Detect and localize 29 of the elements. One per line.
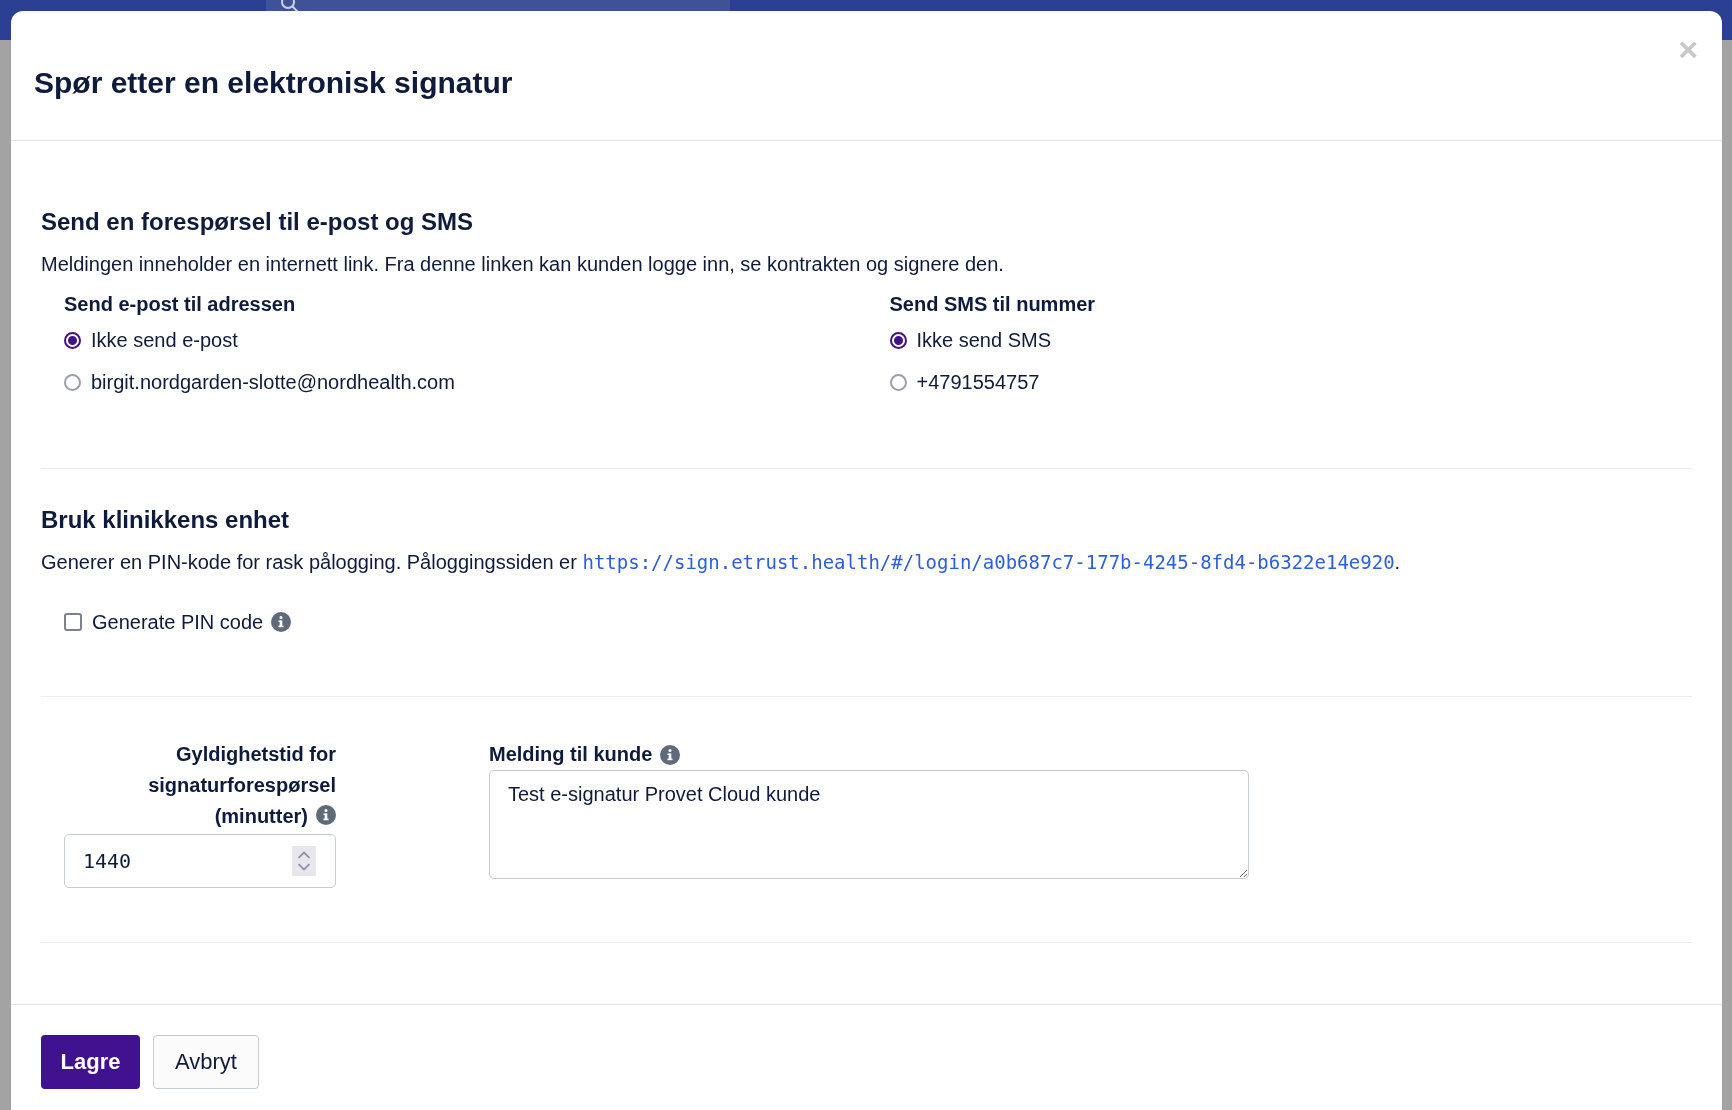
info-icon[interactable] (660, 744, 681, 765)
field-label: Melding til kunde (489, 742, 653, 767)
description-text: Meldingen inneholder en internett link. Fra denne linken kan kunden logge inn, se kontrakten og signere den. (41, 252, 1005, 277)
search-icon (280, 0, 300, 14)
info-icon[interactable] (271, 612, 292, 632)
info-icon[interactable] (316, 805, 336, 825)
cancel-button[interactable]: Avbryt (153, 1035, 259, 1089)
checkbox[interactable] (64, 613, 82, 631)
radio-option[interactable]: Ikke send SMS (889, 327, 1051, 353)
save-button[interactable]: Lagre (41, 1035, 140, 1089)
dialog-title: Spør etter en elektronisk signatur (34, 65, 513, 101)
radio-button[interactable] (889, 331, 907, 349)
message-field[interactable]: Test e-signatur Provet Cloud kunde (489, 770, 1249, 879)
number-field[interactable]: 1440 (64, 834, 336, 888)
section-heading: Bruk klinikkens enhet (41, 505, 291, 535)
radio-option[interactable]: +4791554757 (889, 369, 1040, 395)
checkbox-option[interactable]: Generate PIN code (64, 609, 264, 635)
group-label: Send e-post til adressen (64, 292, 297, 317)
login-link[interactable]: https://sign.etrust.health/#/login/a0b687c7-177b-4245-8fd4-b6322e14e920 (582, 551, 1395, 573)
radio-button[interactable] (64, 331, 81, 349)
section-heading: Send en forespørsel til e-post og SMS (41, 207, 475, 237)
group-label: Send SMS til nummer (889, 292, 1097, 317)
radio-option[interactable]: birgit.nordgarden-slotte@nordhealth.com (64, 369, 455, 395)
radio-button[interactable] (889, 373, 907, 391)
field-label: Gyldighetstid for signaturforespørsel (minutter) (148, 743, 336, 827)
radio-button[interactable] (64, 373, 81, 391)
radio-option[interactable]: Ikke send e-post (64, 327, 238, 353)
spinner-icon[interactable] (291, 846, 317, 876)
description-text: Generer en PIN-kode for rask pålogging. Påloggingssiden er https://sign.etrust.health/#/login/a0b687c7-177b-4245-8fd4-b6322e14e920. (41, 550, 1402, 575)
